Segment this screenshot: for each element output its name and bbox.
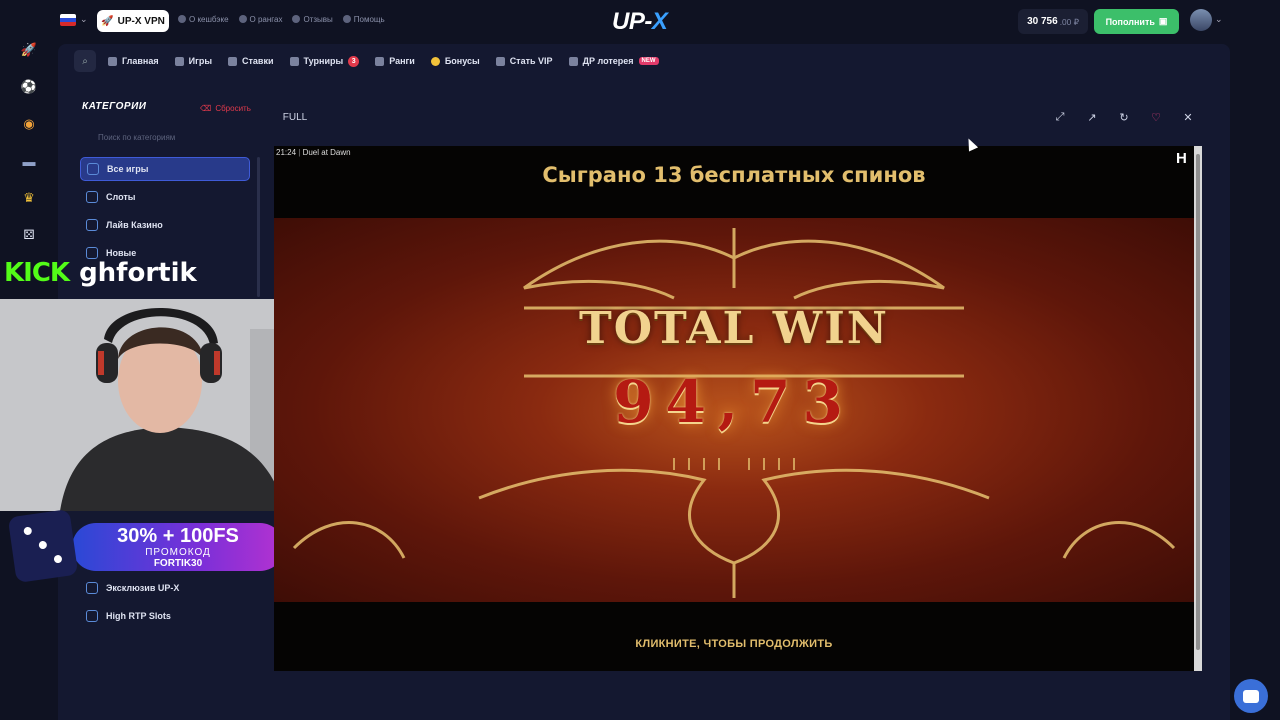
rocket-icon[interactable]: 🚀 [21,42,37,58]
external-link-icon[interactable]: ↗ [1082,107,1102,127]
spade-icon [174,56,184,66]
balance-fraction: .00 ₽ [1059,16,1079,27]
slot-icon [86,191,98,203]
category-item-slots[interactable]: Слоты [80,185,250,209]
game-frame[interactable]: Сыграно 13 бесплатных спинов 21:24 | Due… [274,146,1202,671]
continue-prompt[interactable]: КЛИКНИТЕ, ЧТОБЫ ПРОДОЛЖИТЬ [274,638,1194,650]
provider-logo-icon: H [1176,150,1187,167]
search-icon[interactable]: ⌕ [74,50,96,72]
cashback-icon [178,15,186,23]
vpn-label: UP-X VPN [117,15,165,27]
balance-display[interactable]: 30 756.00 ₽ [1018,9,1088,34]
tournaments-count-badge: 3 [348,55,360,67]
rank-icon [238,15,247,23]
promo-caption: ПРОМОКОД [145,547,211,558]
top-link-help[interactable]: Помощь [342,15,385,24]
chat-button[interactable] [1234,679,1268,713]
grid-icon [87,163,99,175]
expand-icon[interactable]: ⤢ [1050,107,1070,127]
nav-item-ranks[interactable]: Ранги [375,56,415,66]
category-search-input[interactable]: Поиск по категориям [82,133,250,149]
nav-item-bets[interactable]: Ставки [228,56,274,66]
total-win-label: TOTAL WIN [578,303,889,354]
game-header: Сыграно 13 бесплатных спинов [274,146,1194,218]
category-item-live-casino[interactable]: Лайв Казино [80,213,250,237]
nav-item-tournaments[interactable]: Турниры 3 [289,55,360,67]
coin-icon [430,56,440,66]
nav-item-vip[interactable]: Стать VIP [495,56,553,66]
top-link-cashback[interactable]: О кешбэке [178,15,229,24]
scrollbar-thumb[interactable] [1196,154,1200,650]
chat-icon [1243,689,1259,703]
game-controls: ⤢ ↗ ↻ ♡ ✕ [1050,107,1198,127]
football-icon[interactable]: ⚽ [21,79,37,95]
russia-flag-icon[interactable] [60,14,76,26]
top-link-reviews[interactable]: Отзывы [292,15,333,24]
close-icon[interactable]: ✕ [1178,107,1198,127]
chevron-down-icon[interactable]: ⌄ [1215,14,1223,25]
kick-logo: KICK [4,258,70,288]
case-icon[interactable]: ▬ [21,153,37,169]
reset-button[interactable]: ⌫ Сбросить [200,104,255,113]
avatar[interactable] [1190,9,1212,31]
nav-item-lottery[interactable]: ДР лотерея NEW [568,56,659,66]
channel-name: ghfortik [79,258,197,288]
category-item-exclusive[interactable]: Эксклюзив UP-X [80,576,250,600]
nav-item-bonuses[interactable]: Бонусы [430,56,480,66]
promo-banner: 30% + 100FS ПРОМОКОД FORTIK30 [72,523,284,571]
chart-icon [86,610,98,622]
stream-channel-overlay: KICK ghfortik [4,258,197,288]
promo-code: FORTIK30 [153,558,203,569]
deposit-button[interactable]: Пополнить ▣ [1094,9,1179,34]
trash-icon: ⌫ [200,104,212,113]
rank-icon [375,56,385,66]
trophy-icon [289,56,299,66]
dice-icon [7,509,79,583]
game-scrollbar[interactable] [1194,146,1202,671]
site-logo[interactable]: UP-X [612,8,668,36]
win-screen[interactable]: TOTAL WIN 94,73 [274,218,1194,602]
game-title: Duel at Dawn [302,148,351,157]
reload-icon[interactable]: ↻ [1114,107,1134,127]
balance-value: 30 756 [1027,16,1058,27]
category-item-high-rtp[interactable]: High RTP Slots [80,604,250,628]
star-icon [86,582,98,594]
top-bar: ⌄ 🚀 UP-X VPN О кешбэке О рангах Отзывы П… [0,0,1280,44]
crown-icon[interactable]: ♛ [21,190,37,206]
gift-icon [568,56,578,66]
heart-icon[interactable]: ♡ [1146,107,1166,127]
main-nav: ⌕ Главная Игры Ставки Турниры 3 Ранги Бон… [74,50,675,72]
free-spins-message: Сыграно 13 бесплатных спинов [542,163,926,187]
grid-icon [108,56,117,66]
top-link-ranks[interactable]: О рангах [238,15,282,24]
category-list-bottom: Эксклюзив UP-X High RTP Slots [80,576,250,632]
total-win-value: 94,73 [613,368,855,436]
coin-icon[interactable]: ◉ [21,116,37,132]
crown-icon [495,56,505,66]
category-item-all-games[interactable]: Все игры [80,157,250,181]
ball-icon [228,56,238,66]
dice-icon[interactable]: ⚄ [21,227,37,243]
new-badge: NEW [638,57,659,65]
game-footer[interactable]: КЛИКНИТЕ, ЧТОБЫ ПРОДОЛЖИТЬ [274,602,1194,671]
top-links: О кешбэке О рангах Отзывы Помощь [178,15,385,24]
category-scrollbar[interactable] [257,157,260,297]
reviews-icon [292,15,301,23]
categories-title: КАТЕГОРИИ [82,101,147,112]
nav-item-home[interactable]: Главная [108,56,159,66]
nav-item-games[interactable]: Игры [174,56,212,66]
promo-headline: 30% + 100FS [117,525,239,547]
help-icon [342,15,351,23]
game-time: 21:24 [276,148,297,157]
fullmode-button[interactable]: FULL [274,106,316,128]
vpn-button[interactable]: 🚀 UP-X VPN [97,10,169,32]
deposit-label: Пополнить [1105,16,1155,27]
chevron-down-icon[interactable]: ⌄ [80,14,88,25]
game-info: 21:24 | Duel at Dawn [276,148,351,157]
category-list: Все игры Слоты Лайв Казино Новые [80,157,250,269]
rocket-icon: 🚀 [101,15,114,27]
live-icon [86,219,98,231]
wallet-icon: ▣ [1158,16,1168,26]
